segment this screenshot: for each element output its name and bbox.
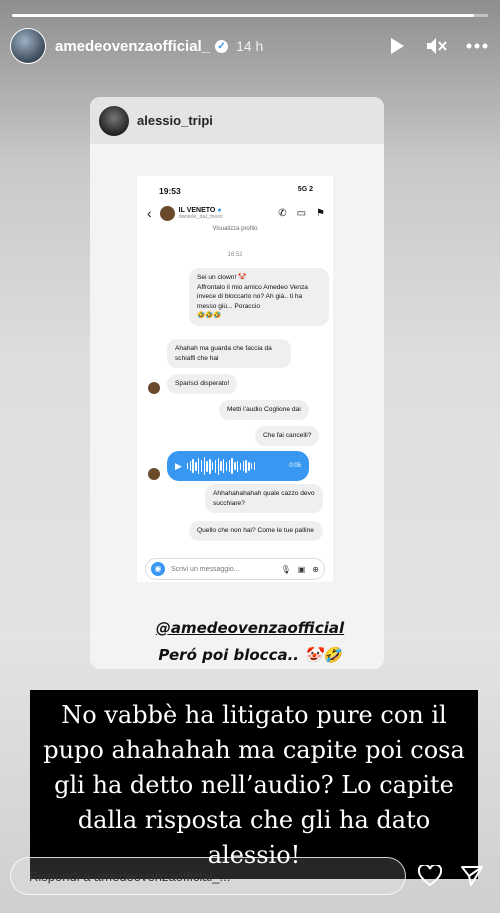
waveform-bar bbox=[206, 460, 208, 472]
flag-icon[interactable]: ⚑ bbox=[316, 208, 325, 219]
story-caption: No vabbè ha litigato pure con il pupo ah… bbox=[30, 690, 478, 879]
waveform-bar bbox=[253, 462, 256, 470]
waveform-bar bbox=[217, 457, 219, 475]
message-bubble: Ahahah ma guarda che faccia da schiaffi … bbox=[167, 339, 291, 369]
waveform-bar bbox=[220, 461, 222, 471]
phone-status-bar: 19:53 5G 2 bbox=[159, 186, 313, 196]
add-icon[interactable]: ⊕ bbox=[312, 565, 319, 574]
audio-play-icon[interactable]: ▶ bbox=[175, 461, 182, 472]
waveform-bar bbox=[236, 460, 239, 472]
subline-text: Peró poi blocca.. 🤡🤣 bbox=[158, 646, 342, 664]
waveform-bar bbox=[225, 461, 228, 471]
message-composer[interactable]: ◉ Scrivi un messaggio... 🎙 ▣ ⊕ bbox=[145, 558, 325, 580]
camera-icon[interactable]: ◉ bbox=[151, 562, 165, 576]
phone-time: 19:53 bbox=[159, 186, 181, 196]
audio-duration: 0:05 bbox=[289, 463, 301, 469]
reply-placeholder: Rispondi a amedeovenzaofficial_... bbox=[29, 868, 231, 884]
chat-avatar bbox=[159, 205, 175, 221]
gallery-icon[interactable]: ▣ bbox=[298, 565, 306, 574]
mention-text[interactable]: @amedeovenzaofficial bbox=[0, 619, 500, 637]
waveform-bar bbox=[228, 460, 231, 472]
chat-name: IL VENETO bbox=[178, 206, 216, 214]
waveform-bar bbox=[192, 459, 194, 473]
waveform-bar bbox=[198, 458, 200, 474]
story-footer: Rispondi a amedeovenzaofficial_... bbox=[10, 857, 490, 895]
heart-icon[interactable] bbox=[412, 858, 448, 894]
waveform-bar bbox=[211, 462, 214, 470]
chat-timestamp: 16:52 bbox=[227, 252, 243, 258]
waveform-bar bbox=[186, 463, 189, 469]
mention-link[interactable]: @amedeovenzaofficial bbox=[156, 619, 344, 637]
composer-placeholder[interactable]: Scrivi un messaggio... bbox=[171, 566, 281, 573]
more-options-icon[interactable] bbox=[464, 33, 490, 59]
chat-header: ‹ IL VENETO ● daniele_dal_moro ✆ ▭ ⚑ bbox=[147, 202, 325, 224]
microphone-icon[interactable]: 🎙 bbox=[281, 565, 291, 574]
message-bubble: Sparisci disperato! bbox=[167, 374, 238, 394]
sender-avatar bbox=[148, 468, 160, 480]
waveform-bar bbox=[203, 457, 205, 475]
message-bubble: Che fai cancelli? bbox=[255, 426, 320, 446]
signal-label: 5G bbox=[297, 186, 308, 193]
reply-input[interactable]: Rispondi a amedeovenzaofficial_... bbox=[10, 857, 406, 895]
waveform-bar bbox=[223, 459, 225, 473]
shared-story-header: alessio_tripi bbox=[90, 97, 384, 144]
video-call-icon[interactable]: ▭ bbox=[297, 208, 306, 219]
message-bubble: Sei un clown! 🤡 Affrontalo il mio amico … bbox=[189, 268, 329, 326]
shared-avatar[interactable] bbox=[99, 105, 129, 136]
view-profile-text: Visualizza profilo bbox=[212, 226, 258, 232]
play-icon[interactable] bbox=[384, 33, 410, 59]
chat-screenshot: 19:53 5G 2 ‹ IL VENETO ● daniele_dal_mor… bbox=[137, 176, 333, 582]
waveform-bar bbox=[200, 460, 203, 472]
waveform-bar bbox=[209, 458, 211, 474]
story-username[interactable]: amedeovenzaofficial_ bbox=[55, 38, 210, 55]
waveform-bar bbox=[231, 458, 233, 474]
send-icon[interactable] bbox=[454, 858, 490, 894]
story-progress-fill bbox=[12, 14, 474, 17]
message-bubble: Quello che non hai? Come le tue palline bbox=[189, 521, 323, 541]
message-bubble: Ahhahahahahah quale cazzo devo succhiare… bbox=[205, 484, 323, 514]
audio-waveform bbox=[186, 457, 256, 475]
waveform-bar bbox=[189, 461, 192, 471]
verified-badge-icon: ✓ bbox=[215, 39, 229, 53]
mute-icon[interactable] bbox=[424, 33, 450, 59]
avatar[interactable] bbox=[10, 28, 46, 64]
story-header: amedeovenzaofficial_ ✓ 14 h bbox=[10, 28, 490, 64]
waveform-bar bbox=[250, 463, 253, 469]
audio-message[interactable]: ▶ 0:05 bbox=[167, 451, 309, 481]
battery-label: 2 bbox=[309, 186, 313, 193]
sender-avatar bbox=[148, 382, 160, 394]
verified-icon: ● bbox=[217, 206, 222, 214]
waveform-bar bbox=[248, 461, 250, 471]
waveform-bar bbox=[245, 459, 247, 473]
waveform-bar bbox=[195, 461, 197, 471]
waveform-bar bbox=[242, 461, 244, 471]
waveform-bar bbox=[234, 462, 236, 470]
phone-call-icon[interactable]: ✆ bbox=[278, 208, 286, 219]
chat-handle: daniele_dal_moro bbox=[178, 213, 223, 220]
waveform-bar bbox=[239, 462, 242, 470]
message-bubble: Metti l’audio Coglione dai bbox=[219, 400, 309, 420]
back-icon[interactable]: ‹ bbox=[147, 205, 152, 221]
story-time: 14 h bbox=[236, 38, 264, 54]
waveform-bar bbox=[214, 459, 217, 473]
shared-username[interactable]: alessio_tripi bbox=[137, 113, 213, 128]
story-progress-bar bbox=[12, 14, 488, 17]
